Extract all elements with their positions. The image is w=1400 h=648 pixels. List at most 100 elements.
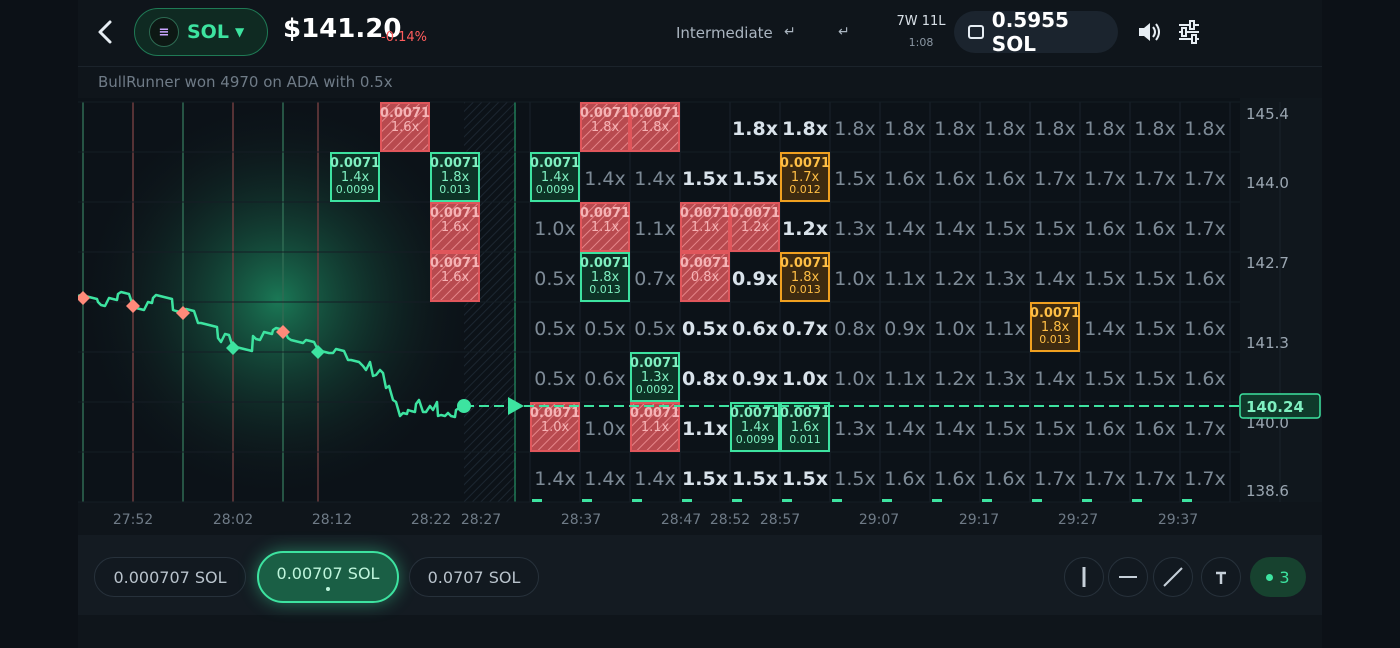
red-bet-cell[interactable]: 0.00711.6x — [430, 252, 480, 302]
multiplier-cell: 1.5x — [834, 468, 875, 490]
grid-tick — [682, 499, 692, 502]
multiplier-cell: 1.4x — [1034, 368, 1075, 390]
bet-cell-text: 0.0071 — [730, 206, 780, 221]
bet-cell-text: 0.0099 — [336, 183, 375, 196]
bet-cell-text: 0.0071 — [630, 406, 680, 421]
text-tool-icon[interactable] — [1201, 557, 1241, 597]
green-bet-cell[interactable]: 0.00711.3x0.0092 — [630, 352, 680, 402]
multiplier-cell: 1.8x — [1084, 118, 1125, 140]
multiplier-cell: 1.4x — [884, 218, 925, 240]
red-bet-cell[interactable]: 0.00711.8x — [630, 102, 680, 152]
red-bet-cell[interactable]: 0.00711.6x — [380, 102, 430, 152]
active-bets-badge[interactable]: 3 — [1250, 557, 1306, 597]
price-glow — [78, 98, 478, 502]
grid-tick — [732, 499, 742, 502]
price-axis-label: 145.4 — [1246, 105, 1289, 123]
back-icon[interactable] — [92, 16, 120, 48]
mode-switch-icon[interactable]: ↵ — [784, 24, 796, 40]
multiplier-cell: 1.6x — [984, 468, 1025, 490]
multiplier-cell: 0.5x — [634, 318, 675, 340]
green-bet-cell[interactable]: 0.00711.4x0.0099 — [330, 152, 380, 202]
multiplier-cell: 0.7x — [782, 318, 828, 340]
multiplier-cell: 1.3x — [984, 268, 1025, 290]
multiplier-cell: 1.6x — [884, 468, 925, 490]
bet-cell-text: 0.013 — [1039, 333, 1071, 346]
bet-cell-text: 0.0071 — [580, 106, 630, 121]
asset-selector[interactable]: ≡ SOL ▼ — [134, 8, 268, 56]
multiplier-cell: 1.4x — [1084, 318, 1125, 340]
multiplier-cell: 1.8x — [834, 118, 875, 140]
multiplier-cell: 0.5x — [682, 318, 728, 340]
multiplier-cell: 1.0x — [934, 318, 975, 340]
multiplier-cell: 1.0x — [834, 268, 875, 290]
green-bet-cell[interactable]: 0.00711.6x0.011 — [780, 402, 830, 452]
red-bet-cell[interactable]: 0.00711.1x — [630, 402, 680, 452]
bet-cell-text: 0.0071 — [780, 256, 830, 271]
green-bet-cell[interactable]: 0.00711.4x0.0099 — [530, 152, 580, 202]
header: ≡ SOL ▼ $141.20 -0.14% Intermediate ↵ ↵ … — [78, 0, 1322, 66]
bet-cell-text: 0.0071 — [630, 106, 680, 121]
multiplier-cell: 1.1x — [634, 218, 675, 240]
bet-cell-text: 1.1x — [641, 420, 670, 435]
price-change: -0.14% — [381, 30, 427, 45]
orange-bet-cell[interactable]: 0.00711.8x0.013 — [780, 252, 830, 302]
red-bet-cell[interactable]: 0.00711.2x — [730, 202, 780, 252]
red-bet-cell[interactable]: 0.00711.1x — [680, 202, 730, 252]
green-bet-cell[interactable]: 0.00711.4x0.0099 — [730, 402, 780, 452]
amount-option-small[interactable]: 0.000707 SOL — [94, 557, 246, 597]
chart-canvas[interactable]: 1.8x 1.8x 1.8x 1.8x 1.8x 1.8x 1.8x 1.8x 1.8x 1.8x… — [78, 98, 1322, 535]
bet-cell-text: 1.0x — [541, 420, 570, 435]
bet-cell-text: 0.013 — [439, 183, 471, 196]
red-bet-cell[interactable]: 0.00711.6x — [430, 202, 480, 252]
orange-bet-cell[interactable]: 0.00711.8x0.013 — [1030, 302, 1080, 352]
horizontal-line-tool-icon[interactable] — [1108, 557, 1148, 597]
red-bet-cell[interactable]: 0.00711.8x — [580, 102, 630, 152]
price-axis-label: 142.7 — [1246, 254, 1289, 272]
bet-cell-text: 0.0071 — [430, 256, 480, 271]
solana-logo-icon: ≡ — [149, 17, 179, 47]
multiplier-cell: 1.5x — [682, 168, 728, 190]
multiplier-cell: 1.5x — [1134, 318, 1175, 340]
orange-bet-cell[interactable]: 0.00711.7x0.012 — [780, 152, 830, 202]
sliders-icon[interactable] — [1176, 18, 1202, 46]
win-loss-record: 7W 11L — [896, 14, 946, 29]
mode-selector[interactable]: Intermediate — [676, 24, 773, 42]
multiplier-cell: 1.8x — [732, 118, 778, 140]
multiplier-cell: 1.7x — [1134, 168, 1175, 190]
green-bet-cell[interactable]: 0.00711.8x0.013 — [430, 152, 480, 202]
time-axis-label: 29:17 — [959, 512, 999, 528]
multiplier-cell: 1.7x — [1184, 168, 1225, 190]
amount-label: 0.0707 SOL — [427, 567, 521, 587]
multiplier-cell: 1.7x — [1134, 468, 1175, 490]
time-axis-label: 27:52 — [113, 512, 153, 528]
price-grid-chart[interactable]: 1.8x 1.8x 1.8x 1.8x 1.8x 1.8x 1.8x 1.8x 1.8x 1.8x… — [78, 98, 1322, 535]
time-axis-label: 29:37 — [1158, 512, 1198, 528]
bet-cell-text: 0.0071 — [580, 256, 630, 271]
red-bet-cell[interactable]: 0.00711.0x — [530, 402, 580, 452]
multiplier-cell: 0.5x — [534, 318, 575, 340]
green-bet-cell[interactable]: 0.00711.8x0.013 — [580, 252, 630, 302]
bet-cell-text: 1.6x — [441, 270, 470, 285]
price-axis-background — [1240, 98, 1322, 502]
time-axis-label: 28:22 — [411, 512, 451, 528]
multiplier-cell: 1.6x — [1184, 368, 1225, 390]
grid-tick — [982, 499, 992, 502]
amount-label: 0.000707 SOL — [113, 567, 227, 587]
wallet-balance-pill[interactable]: 0.5955 SOL — [954, 8, 1118, 56]
vertical-line-tool-icon[interactable] — [1064, 557, 1104, 597]
multiplier-cell: 0.5x — [534, 368, 575, 390]
multiplier-cell: 0.7x — [634, 268, 675, 290]
amount-option-large[interactable]: 0.0707 SOL — [409, 557, 539, 597]
grid-tick — [1132, 499, 1142, 502]
mode-toggle-icon[interactable]: ↵ — [838, 24, 850, 40]
red-bet-cell[interactable]: 0.00711.1x — [580, 202, 630, 252]
multiplier-cell: 1.0x — [534, 218, 575, 240]
speaker-icon[interactable] — [1136, 18, 1162, 46]
multiplier-cell: 1.5x — [682, 468, 728, 490]
trend-line-tool-icon[interactable] — [1153, 557, 1193, 597]
amount-option-selected[interactable]: 0.00707 SOL — [257, 551, 399, 603]
bet-cell-text: 0.0071 — [780, 156, 830, 171]
red-bet-cell[interactable]: 0.00710.8x — [680, 252, 730, 302]
asset-symbol: SOL — [187, 21, 229, 43]
multiplier-cell: 1.6x — [1184, 318, 1225, 340]
